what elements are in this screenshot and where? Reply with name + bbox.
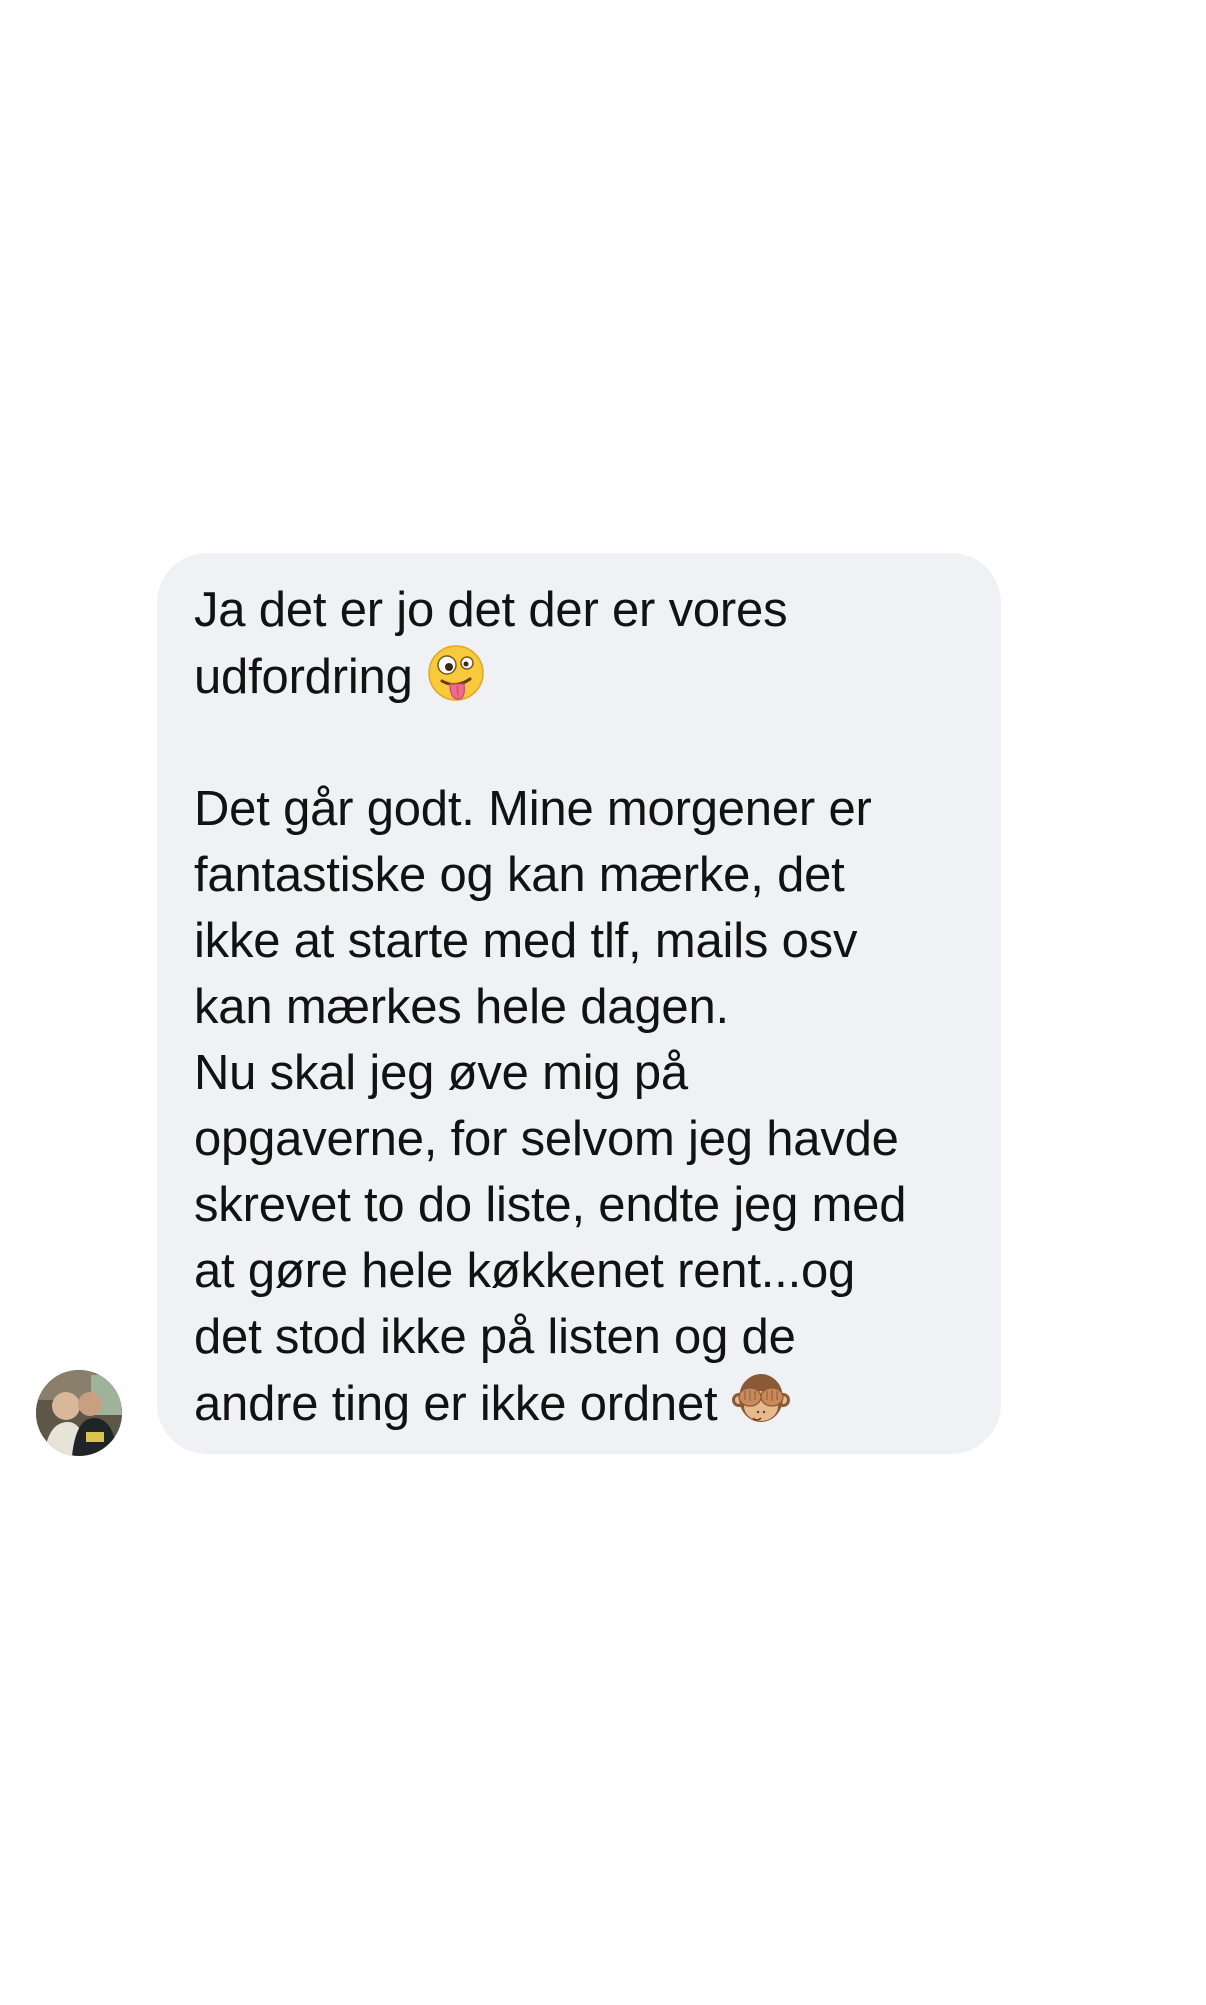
message-text: Ja det er jo det der er vores udfordring…	[194, 577, 971, 1437]
zany-face-emoji-icon	[426, 643, 486, 703]
see-no-evil-monkey-emoji-icon	[731, 1370, 791, 1430]
message-paragraph-2: Det går godt. Mine morgener er fantastis…	[194, 782, 907, 1431]
chat-thread: Ja det er jo det der er vores udfordring…	[0, 0, 1206, 2005]
sender-avatar[interactable]	[36, 1370, 122, 1456]
message-bubble[interactable]: Ja det er jo det der er vores udfordring…	[157, 553, 1001, 1454]
message-paragraph-1: Ja det er jo det der er vores udfordring	[194, 583, 788, 704]
avatar-photo-icon	[36, 1370, 122, 1456]
